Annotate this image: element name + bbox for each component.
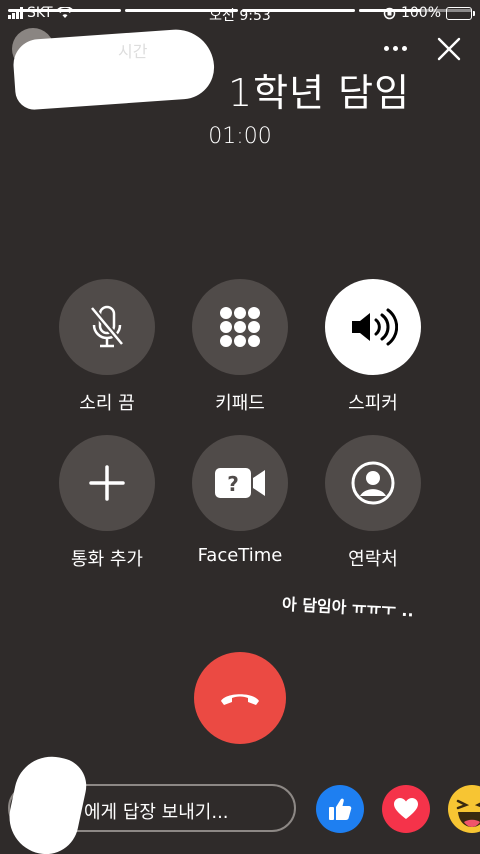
story-progress-segment [242, 9, 355, 12]
story-progress-segment [8, 9, 121, 12]
story-progress [8, 9, 472, 12]
mute-control[interactable]: 소리 끔 [32, 279, 182, 415]
battery-group: 100% [383, 5, 475, 21]
haha-icon [456, 799, 480, 827]
add-call-button[interactable] [59, 435, 155, 531]
love-reaction-button[interactable] [382, 785, 430, 833]
contacts-label: 연락처 [348, 549, 398, 570]
keypad-button[interactable] [192, 279, 288, 375]
close-icon[interactable] [434, 34, 464, 64]
facetime-icon: ? [215, 468, 265, 498]
call-timer: 01:00 [208, 124, 272, 149]
contacts-control[interactable]: 연락처 [298, 435, 448, 571]
caller-name: 1학년 담임 [228, 71, 411, 115]
contacts-button[interactable] [325, 435, 421, 531]
plus-icon [89, 465, 125, 501]
story-progress-fill [8, 9, 121, 12]
speaker-button[interactable] [325, 279, 421, 375]
haha-reaction-button[interactable] [448, 785, 480, 833]
end-call-button[interactable] [194, 652, 286, 744]
keypad-icon [220, 307, 260, 347]
battery-percent: 100% [400, 5, 441, 21]
hang-up-icon [221, 694, 259, 705]
redaction-scribble [11, 27, 217, 111]
story-progress-segment [125, 9, 238, 12]
add-call-control[interactable]: 통화 추가 [32, 435, 182, 571]
speaker-control[interactable]: 스피커 [298, 279, 448, 415]
mute-button[interactable] [59, 279, 155, 375]
mic-off-icon [89, 305, 125, 348]
story-progress-fill [125, 9, 238, 12]
svg-text:?: ? [227, 472, 239, 496]
reply-placeholder: 에게 답장 보내기... [84, 802, 229, 823]
story-progress-fill [359, 9, 422, 12]
keypad-control[interactable]: 키패드 [165, 279, 315, 415]
story-time: 시간 [118, 42, 148, 61]
love-icon [394, 798, 418, 819]
facetime-control[interactable]: ? FaceTime [165, 435, 315, 566]
add-call-label: 통화 추가 [71, 549, 143, 570]
facetime-label: FaceTime [197, 545, 283, 566]
contacts-icon [351, 461, 395, 505]
story-progress-fill [242, 9, 355, 12]
more-options-button[interactable] [380, 36, 410, 60]
speaker-label: 스피커 [348, 393, 398, 414]
speaker-icon [352, 308, 398, 346]
story-text-annotation: 아 담임아 ㅠㅠㅜ .. [281, 594, 415, 621]
like-icon [329, 798, 352, 820]
keypad-label: 키패드 [215, 393, 265, 414]
redaction-scribble [2, 749, 92, 854]
story-progress-segment [359, 9, 472, 12]
facetime-button[interactable]: ? [192, 435, 288, 531]
like-reaction-button[interactable] [316, 785, 364, 833]
mute-label: 소리 끔 [79, 393, 135, 414]
status-bar: SKT 오전 9:53 100% [0, 4, 480, 24]
